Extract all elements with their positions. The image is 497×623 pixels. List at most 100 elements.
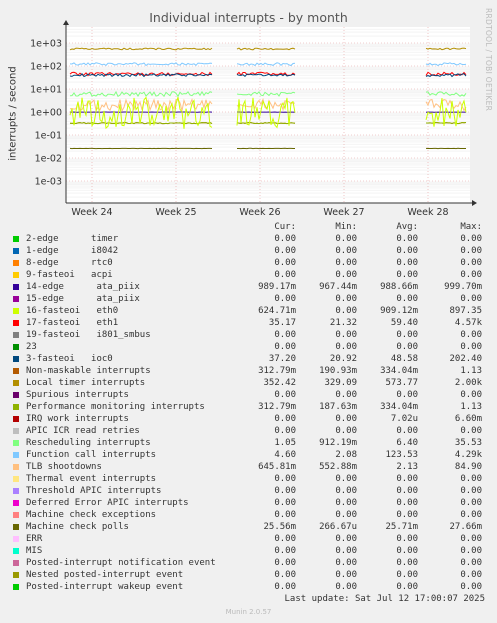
legend-table: Cur: Min: Avg: Max: 2-edge timer 0.00 0.00… (12, 221, 492, 593)
series-avg: 0.00 (396, 486, 418, 496)
series-min: 329.09 (324, 378, 357, 388)
legend-row: Local timer interrupts 352.42 329.09 573.77… (12, 377, 492, 389)
legend-row: Posted-interrupt wakeup event 0.00 0.00 0.0… (12, 581, 492, 593)
series-avg: 573.77 (385, 378, 418, 388)
series-name: Local timer interrupts (26, 378, 146, 388)
series-avg: 0.00 (396, 390, 418, 400)
legend-row: Thermal event interrupts 0.00 0.00 0.00 0.00 (12, 473, 492, 485)
legend-swatch (13, 332, 19, 338)
series-min: 0.00 (335, 582, 357, 592)
legend-row: 3-fasteoi ioc0 37.20 20.92 48.58 202.40 (12, 353, 492, 365)
series-min: 0.00 (335, 306, 357, 316)
legend-row: Spurious interrupts 0.00 0.00 0.00 0.00 (12, 389, 492, 401)
legend-row: APIC ICR read retries 0.00 0.00 0.00 0.00 (12, 425, 492, 437)
series-name: APIC ICR read retries (26, 426, 140, 436)
munin-version: Munin 2.0.57 (225, 608, 272, 616)
y-tick-label: 1e-02 (35, 154, 62, 165)
series-avg: 25.71m (385, 522, 418, 532)
legend-swatch (13, 500, 19, 506)
series-avg: 0.00 (396, 570, 418, 580)
series-name: Posted-interrupt wakeup event (26, 582, 184, 592)
series-min: 0.00 (335, 294, 357, 304)
x-tick-label: Week 24 (71, 207, 112, 215)
legend-swatch (13, 308, 19, 314)
legend-swatch (13, 572, 19, 578)
series-min: 266.67u (319, 522, 357, 532)
series-cur: 0.00 (274, 270, 296, 280)
series-min: 0.00 (335, 426, 357, 436)
series-max: 0.00 (460, 426, 482, 436)
series-max: 4.57k (454, 318, 482, 328)
legend-row: 17-fasteoi eth1 35.17 21.32 59.40 4.57k (12, 317, 492, 329)
legend-swatch (13, 272, 19, 278)
series-cur: 25.56m (263, 522, 296, 532)
series-name: Posted-interrupt notification event (26, 558, 216, 568)
series-avg: 909.12m (380, 306, 418, 316)
series-avg: 988.66m (380, 282, 418, 292)
series-max: 0.00 (460, 270, 482, 280)
series-max: 0.00 (460, 390, 482, 400)
series-max: 0.00 (460, 570, 482, 580)
series-name: 2-edge timer (26, 234, 119, 244)
col-min-header: Min: (335, 222, 357, 232)
series-cur: 0.00 (274, 426, 296, 436)
series-cur: 989.17m (258, 282, 296, 292)
legend-row: Machine check exceptions 0.00 0.00 0.00 0.00 (12, 509, 492, 521)
series-name: 1-edge i8042 (26, 246, 119, 256)
series-min: 0.00 (335, 270, 357, 280)
legend-row: Non-maskable interrupts 312.79m 190.93m 334… (12, 365, 492, 377)
series-max: 999.70m (444, 282, 482, 292)
series-avg: 2.13 (396, 462, 418, 472)
legend-row: 8-edge rtc0 0.00 0.00 0.00 0.00 (12, 257, 492, 269)
legend-row: 23 0.00 0.00 0.00 0.00 (12, 341, 492, 353)
legend-row: 1-edge i8042 0.00 0.00 0.00 0.00 (12, 245, 492, 257)
series-cur: 312.79m (258, 402, 296, 412)
series-cur: 0.00 (274, 234, 296, 244)
x-tick-label: Week 26 (239, 207, 280, 215)
series-max: 202.40 (449, 354, 482, 364)
legend-swatch (13, 536, 19, 542)
series-max: 897.35 (449, 306, 482, 316)
legend-swatch (13, 428, 19, 434)
legend-row: Threshold APIC interrupts 0.00 0.00 0.00 0.0… (12, 485, 492, 497)
series-max: 6.60m (454, 414, 482, 424)
series-max: 0.00 (460, 342, 482, 352)
series-avg: 0.00 (396, 474, 418, 484)
legend-swatch (13, 392, 19, 398)
series-avg: 59.40 (390, 318, 418, 328)
series-max: 35.53 (454, 438, 482, 448)
series-name: IRQ work interrupts (26, 414, 129, 424)
y-tick-label: 1e+03 (30, 39, 62, 50)
series-cur: 0.00 (274, 546, 296, 556)
legend-swatch (13, 416, 19, 422)
x-tick-label: Week 25 (155, 207, 196, 215)
x-axis-arrow (472, 200, 477, 206)
col-avg-header: Avg: (396, 222, 418, 232)
series-avg: 0.00 (396, 510, 418, 520)
y-tick-label: 1e+02 (30, 62, 62, 73)
series-min: 967.44m (319, 282, 357, 292)
series-cur: 645.81m (258, 462, 296, 472)
x-tick-label: Week 28 (407, 207, 448, 215)
series-avg: 0.00 (396, 330, 418, 340)
series-avg: 334.04m (380, 402, 418, 412)
series-avg: 0.00 (396, 258, 418, 268)
legend-swatch (13, 320, 19, 326)
series-min: 2.08 (335, 450, 357, 460)
series-name: 17-fasteoi eth1 (26, 318, 119, 328)
series-name: Threshold APIC interrupts (26, 486, 162, 496)
series-avg: 0.00 (396, 234, 418, 244)
series-max: 0.00 (460, 474, 482, 484)
series-cur: 0.00 (274, 582, 296, 592)
col-max-header: Max: (460, 222, 482, 232)
series-name: 15-edge ata_piix (26, 294, 140, 304)
series-min: 0.00 (335, 474, 357, 484)
last-update: Last update: Sat Jul 12 17:00:07 2025 (284, 594, 485, 604)
series-cur: 4.60 (274, 450, 296, 460)
legend-swatch (13, 284, 19, 290)
y-tick-label: 1e+00 (30, 108, 62, 119)
legend-row: 14-edge ata_piix 989.17m 967.44m 988.66m 999… (12, 281, 492, 293)
legend-row: 9-fasteoi acpi 0.00 0.00 0.00 0.00 (12, 269, 492, 281)
legend-swatch (13, 380, 19, 386)
series-name: 14-edge ata_piix (26, 282, 140, 292)
